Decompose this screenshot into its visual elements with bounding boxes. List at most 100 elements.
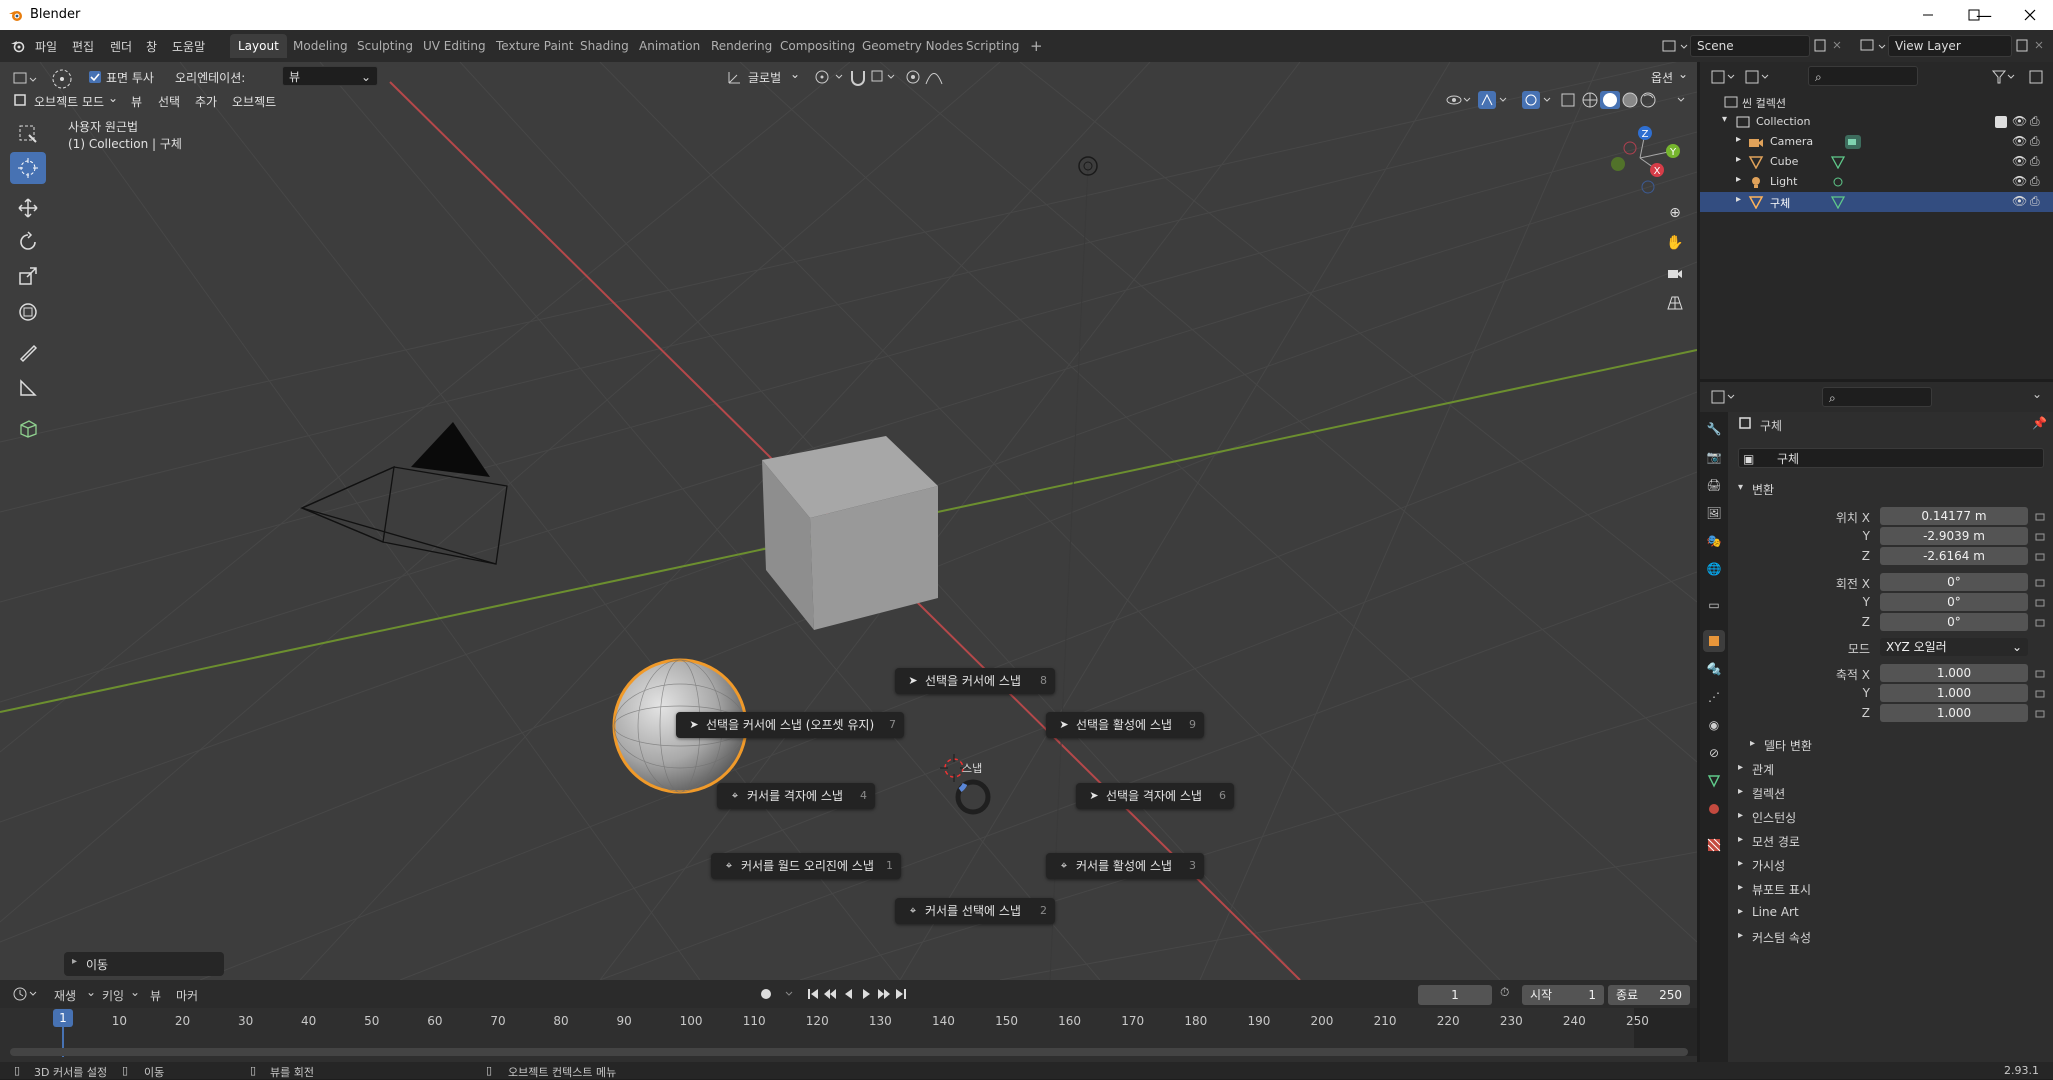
outliner-item-light[interactable]: ▸ Light 👁 ⎙	[1700, 172, 2053, 192]
tab-compositing[interactable]: Compositing	[772, 34, 863, 58]
location-z-field[interactable]: -2.6164 m	[1880, 547, 2028, 565]
camera-view-icon[interactable]	[1662, 260, 1688, 286]
options-button[interactable]: 옵션	[1651, 69, 1673, 86]
camera-render-icon[interactable]: ⎙	[2030, 194, 2040, 209]
camera-render-icon[interactable]: ⎙	[2030, 114, 2040, 129]
transform-tool[interactable]	[10, 296, 46, 328]
panel-relations[interactable]: 관계	[1752, 761, 1774, 778]
orientation-dropdown[interactable]: 뷰 ⌄	[282, 66, 378, 86]
material-shading-icon[interactable]	[1622, 92, 1638, 108]
eye-icon[interactable]: 👁	[2012, 134, 2027, 148]
tab-sculpting[interactable]: Sculpting	[349, 34, 421, 58]
scene-icon[interactable]	[1660, 37, 1688, 55]
particles-tab-icon[interactable]: ⋰	[1703, 686, 1725, 708]
object-name-field[interactable]: ▣ 구체	[1738, 448, 2044, 468]
camera-render-icon[interactable]: ⎙	[2030, 154, 2040, 169]
tool-tab-icon[interactable]: 🔧	[1703, 418, 1725, 440]
pie-snap-cursor-to-world-origin[interactable]: ⌖ 커서를 월드 오리진에 스냅 1	[711, 853, 901, 879]
physics-tab-icon[interactable]: ◉	[1703, 714, 1725, 736]
expand-right-icon[interactable]: ▸	[1736, 174, 1741, 185]
3d-viewport[interactable]: 표면 투사 오리엔테이션: 뷰 ⌄ 글로벌 ⌄ 옵션 ⌄ 오브젝트 모드 ⌄ 뷰 …	[0, 62, 1697, 980]
panel-viewport-display[interactable]: 뷰포트 표시	[1752, 881, 1811, 898]
tab-texture-paint[interactable]: Texture Paint	[488, 34, 581, 58]
tab-rendering[interactable]: Rendering	[703, 34, 780, 58]
last-operator-panel[interactable]: ▸ 이동	[64, 952, 224, 976]
tab-uv-editing[interactable]: UV Editing	[415, 34, 494, 58]
location-x-field[interactable]: 0.14177 m	[1880, 507, 2028, 525]
outliner-search-input[interactable]: ⌕	[1808, 66, 1918, 86]
cursor-tool-icon[interactable]	[50, 67, 74, 91]
solid-shading-icon[interactable]	[1600, 91, 1620, 109]
outliner-item-camera[interactable]: ▸ Camera 👁 ⎙	[1700, 132, 2053, 152]
data-tab-icon[interactable]	[1703, 770, 1725, 792]
pie-snap-selection-to-active[interactable]: ➤ 선택을 활성에 스냅 9	[1046, 712, 1204, 738]
outliner-editor-icon[interactable]	[1710, 69, 1740, 85]
chevron-down-icon[interactable]	[1677, 97, 1685, 102]
eye-icon[interactable]: 👁	[2012, 154, 2027, 168]
rotate-tool[interactable]	[10, 226, 46, 258]
add-workspace-button[interactable]: +	[1022, 34, 1051, 58]
expand-down-icon[interactable]: ▾	[1722, 114, 1727, 125]
rendered-shading-icon[interactable]	[1640, 92, 1656, 108]
menu-object[interactable]: 오브젝트	[232, 93, 276, 110]
timeline-scrollbar[interactable]	[10, 1048, 1688, 1056]
proportional-edit-icon[interactable]	[903, 67, 923, 87]
constraints-tab-icon[interactable]: ⊘	[1703, 742, 1725, 764]
playhead[interactable]: 1	[53, 1009, 73, 1027]
pivot-point-icon[interactable]	[812, 67, 846, 87]
expand-right-icon[interactable]: ▸	[1738, 810, 1743, 821]
menu-add[interactable]: 추가	[195, 93, 217, 110]
tab-modeling[interactable]: Modeling	[285, 34, 356, 58]
tab-layout[interactable]: Layout	[230, 34, 287, 58]
texture-tab-icon[interactable]	[1703, 834, 1725, 856]
select-box-tool[interactable]	[10, 118, 46, 150]
wireframe-shading-icon[interactable]	[1582, 92, 1598, 108]
scene-tab-icon[interactable]: 🎭	[1703, 530, 1725, 552]
menu-select[interactable]: 선택	[158, 93, 180, 110]
lock-icons[interactable]	[2034, 507, 2048, 723]
collection-tab-icon[interactable]: ▭	[1703, 594, 1725, 616]
visibility-icon[interactable]	[1446, 95, 1471, 105]
gizmo-toggle-icon[interactable]	[1478, 91, 1507, 109]
cursor-tool[interactable]	[10, 152, 46, 184]
falloff-icon[interactable]	[924, 67, 944, 87]
view-layer-tab-icon[interactable]: 🖼	[1703, 502, 1725, 524]
viewport-scene[interactable]	[0, 62, 1697, 980]
scene-name-field[interactable]: Scene	[1690, 35, 1810, 57]
menu-edit[interactable]: 편집	[72, 38, 94, 55]
tab-geometry-nodes[interactable]: Geometry Nodes	[854, 34, 971, 58]
view-layer-icon[interactable]	[1858, 37, 1886, 55]
pie-snap-cursor-to-selected[interactable]: ⌖ 커서를 선택에 스냅 2	[895, 898, 1055, 924]
editor-type-icon[interactable]	[12, 70, 40, 88]
navigation-gizmo[interactable]: Z Y X	[1600, 118, 1680, 198]
chevron-down-icon[interactable]: ⌄	[2032, 387, 2042, 401]
menu-file[interactable]: 파일	[35, 38, 57, 55]
scale-z-field[interactable]: 1.000	[1880, 704, 2028, 722]
scene-copy-icon[interactable]	[1812, 37, 1846, 55]
location-y-field[interactable]: -2.9039 m	[1880, 527, 2028, 545]
menu-render[interactable]: 렌더	[110, 38, 132, 55]
zoom-icon[interactable]: ⊕	[1662, 200, 1688, 226]
display-mode-icon[interactable]	[1744, 69, 1774, 85]
scale-tool[interactable]	[10, 260, 46, 292]
blender-menu-icon[interactable]	[10, 39, 26, 53]
rotation-x-field[interactable]: 0°	[1880, 573, 2028, 591]
pin-icon[interactable]: 📌	[2032, 416, 2047, 430]
material-tab-icon[interactable]	[1703, 798, 1725, 820]
expand-right-icon[interactable]: ▸	[1738, 930, 1743, 941]
pan-hand-icon[interactable]: ✋	[1662, 230, 1688, 256]
object-tab-icon[interactable]	[1703, 630, 1725, 652]
delta-transform-title[interactable]: 델타 변환	[1764, 737, 1812, 754]
cube-object[interactable]	[762, 436, 938, 630]
ortho-grid-icon[interactable]	[1662, 290, 1688, 316]
pie-snap-selection-to-cursor-offset[interactable]: ➤ 선택을 커서에 스냅 (오프셋 유지) 7	[676, 712, 904, 738]
measure-tool[interactable]	[10, 372, 46, 404]
expand-right-icon[interactable]: ▸	[1736, 154, 1741, 165]
world-tab-icon[interactable]: 🌐	[1703, 558, 1725, 580]
move-tool[interactable]	[10, 192, 46, 224]
tab-animation[interactable]: Animation	[631, 34, 708, 58]
scale-x-field[interactable]: 1.000	[1880, 664, 2028, 682]
rotation-y-field[interactable]: 0°	[1880, 593, 2028, 611]
expand-right-icon[interactable]: ▸	[1736, 134, 1741, 145]
view-layer-copy-icon[interactable]	[2014, 37, 2050, 55]
